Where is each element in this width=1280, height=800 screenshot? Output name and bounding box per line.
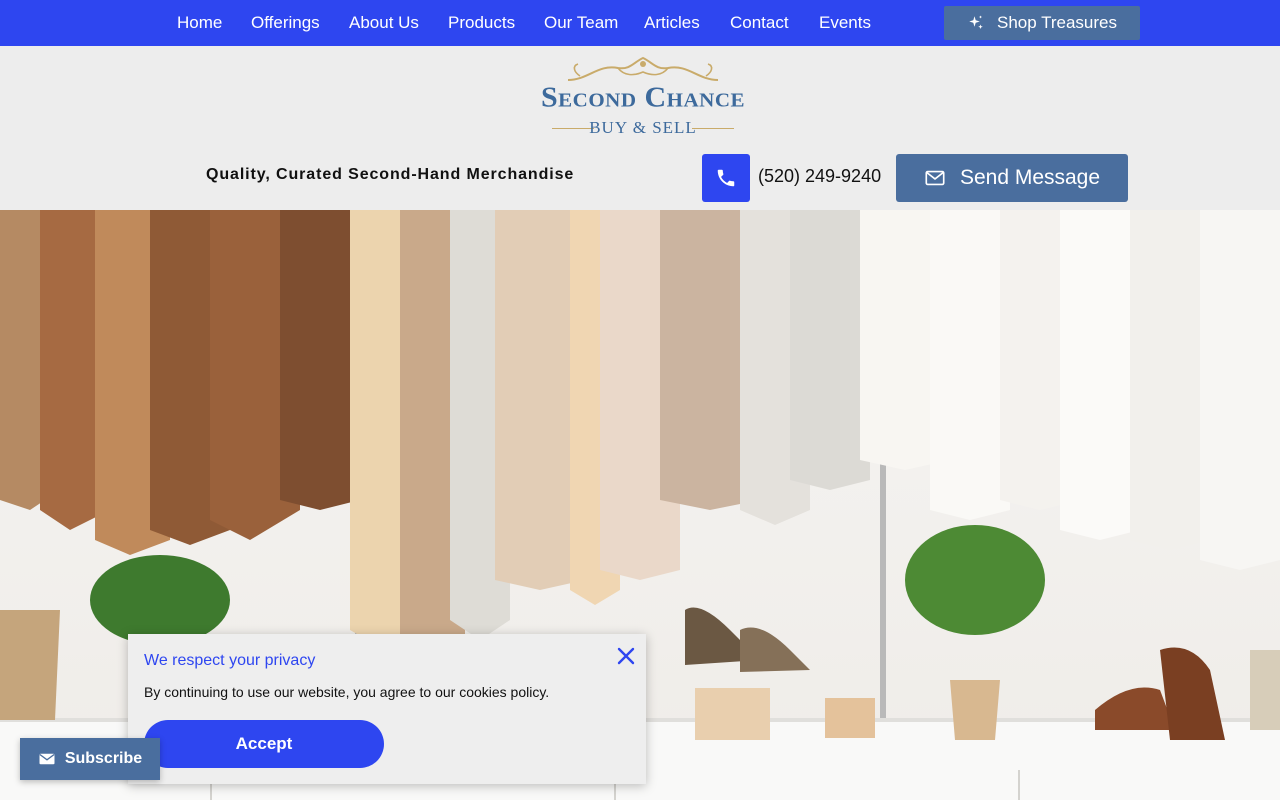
nav-our-team[interactable]: Our Team: [544, 0, 618, 46]
nav-offerings[interactable]: Offerings: [251, 0, 320, 46]
nav-home[interactable]: Home: [177, 0, 222, 46]
send-message-label: Send Message: [959, 166, 1101, 189]
shop-treasures-button[interactable]: Shop Treasures: [944, 6, 1140, 40]
top-navigation: Home Offerings About Us Products Our Tea…: [0, 0, 1280, 46]
sparkle-icon: [969, 15, 983, 29]
accept-cookies-button[interactable]: Accept: [144, 720, 384, 768]
mail-icon: [39, 753, 55, 765]
shop-treasures-label: Shop Treasures: [996, 13, 1117, 32]
mail-icon: [925, 170, 945, 186]
nav-events[interactable]: Events: [819, 0, 871, 46]
tagline: Quality, Curated Second-Hand Merchandise: [206, 166, 575, 183]
nav-contact[interactable]: Contact: [730, 0, 789, 46]
phone-button[interactable]: [702, 154, 750, 202]
nav-about-us[interactable]: About Us: [349, 0, 419, 46]
site-logo[interactable]: Second Chance BUY & SELL: [540, 54, 746, 144]
phone-icon: [717, 169, 735, 187]
cookie-banner: We respect your privacy By continuing to…: [128, 634, 646, 784]
logo-ornament-icon: [567, 56, 719, 81]
send-message-button[interactable]: Send Message: [896, 154, 1128, 202]
subscribe-button[interactable]: Subscribe: [20, 738, 160, 780]
logo-rule-right: [692, 128, 734, 129]
nav-articles[interactable]: Articles: [644, 0, 700, 46]
cookie-banner-text: By continuing to use our website, you ag…: [144, 684, 550, 700]
nav-products[interactable]: Products: [448, 0, 515, 46]
cookie-banner-title: We respect your privacy: [144, 652, 316, 669]
close-icon[interactable]: [614, 644, 638, 668]
phone-number-link[interactable]: (520) 249-9240: [758, 166, 881, 187]
subscribe-label: Subscribe: [64, 750, 143, 767]
logo-title: Second Chance: [540, 81, 746, 114]
